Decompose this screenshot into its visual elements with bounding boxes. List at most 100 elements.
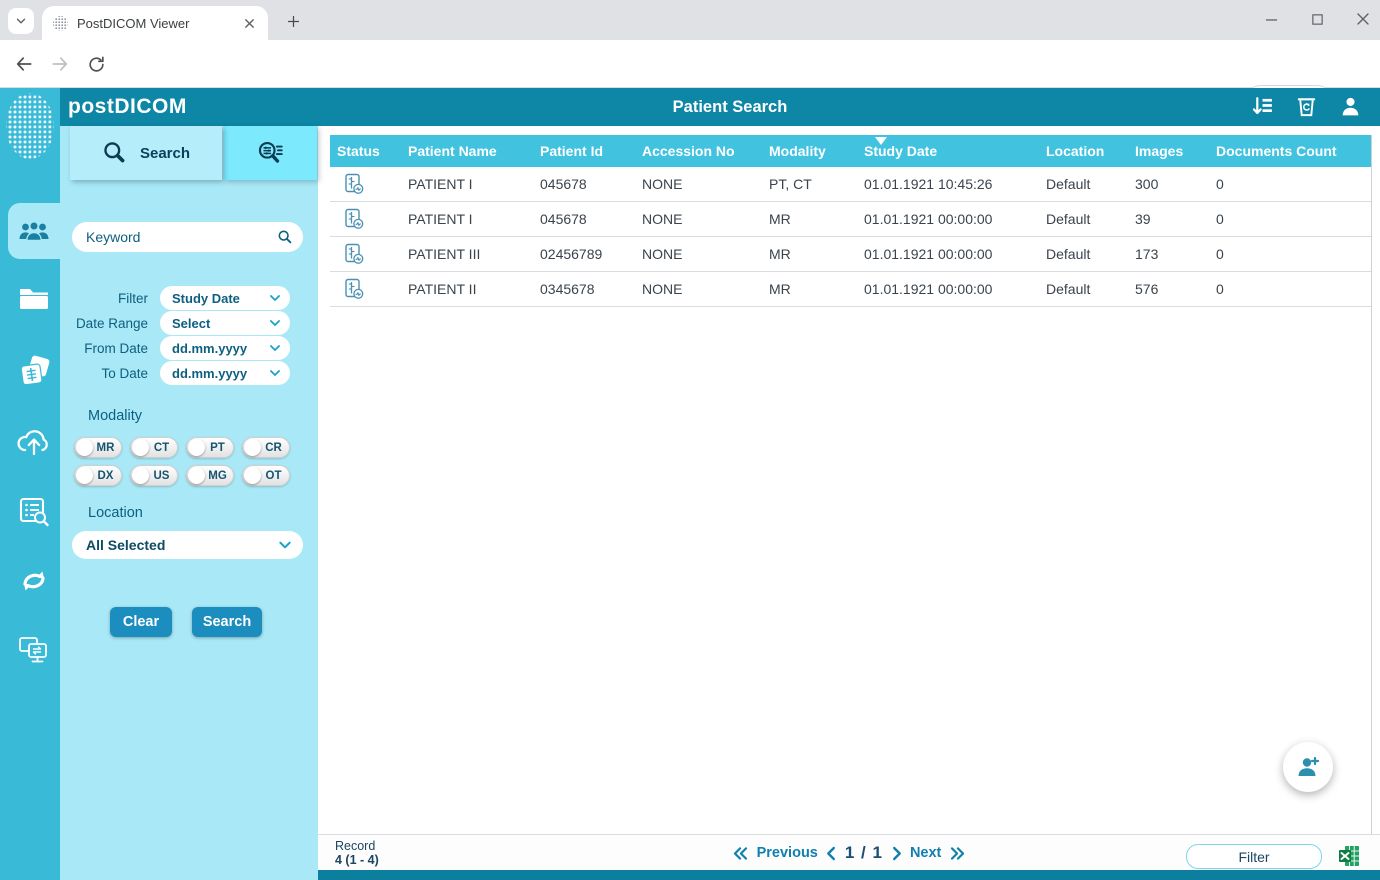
status-report-icon xyxy=(342,172,366,196)
tab-advanced-search[interactable] xyxy=(224,126,317,180)
table-scrollbar[interactable] xyxy=(1371,135,1372,834)
previous-page-icon[interactable] xyxy=(826,846,837,861)
cell-images: 173 xyxy=(1128,246,1209,262)
chevron-down-icon xyxy=(277,537,293,553)
add-patient-icon xyxy=(1294,753,1322,781)
browser-tab[interactable]: PostDICOM Viewer xyxy=(42,6,268,40)
table-row[interactable]: PATIENT III 02456789 NONE MR 01.01.1921 … xyxy=(330,237,1371,272)
cell-status xyxy=(330,242,401,266)
status-report-icon xyxy=(342,207,366,231)
chevron-down-icon xyxy=(14,14,28,28)
sync-icon xyxy=(18,565,50,597)
sidebar-item-patients[interactable] xyxy=(8,203,60,259)
table-row[interactable]: PATIENT I 045678 NONE MR 01.01.1921 00:0… xyxy=(330,202,1371,237)
col-patient-id[interactable]: Patient Id xyxy=(533,143,635,159)
sidebar-item-folders[interactable] xyxy=(8,275,60,323)
cell-modality: MR xyxy=(762,281,857,297)
cell-accession-no: NONE xyxy=(635,211,762,227)
modality-toggle-pt[interactable]: PT xyxy=(186,437,234,458)
col-status[interactable]: Status xyxy=(330,143,401,159)
filter-button[interactable]: Filter xyxy=(1186,844,1322,869)
modality-toggle-ot[interactable]: OT xyxy=(242,465,290,486)
clear-button[interactable]: Clear xyxy=(110,607,172,637)
modality-toggle-us[interactable]: US xyxy=(130,465,178,486)
cell-documents-count: 0 xyxy=(1209,211,1371,227)
cell-study-date: 01.01.1921 00:00:00 xyxy=(857,211,1039,227)
table-row[interactable]: PATIENT I 045678 NONE PT, CT 01.01.1921 … xyxy=(330,167,1371,202)
sidebar-item-upload[interactable] xyxy=(8,417,60,465)
folder-icon xyxy=(18,286,50,312)
next-page-icon[interactable] xyxy=(891,846,902,861)
table-header: Status Patient Name Patient Id Accession… xyxy=(330,135,1371,167)
cell-location: Default xyxy=(1039,176,1128,192)
maximize-button[interactable] xyxy=(1306,8,1328,30)
col-documents-count[interactable]: Documents Count xyxy=(1209,143,1371,159)
cell-patient-name: PATIENT I xyxy=(401,176,533,192)
previous-link[interactable]: Previous xyxy=(757,845,818,861)
col-location[interactable]: Location xyxy=(1039,143,1128,159)
add-patient-button[interactable] xyxy=(1283,742,1333,792)
col-modality[interactable]: Modality xyxy=(762,143,857,159)
modality-row-2: DX US MG OT xyxy=(60,465,318,486)
cell-study-date: 01.01.1921 10:45:26 xyxy=(857,176,1039,192)
tab-close-icon[interactable] xyxy=(240,14,258,32)
tab-search-button[interactable] xyxy=(8,8,34,34)
search-button[interactable]: Search xyxy=(192,607,262,637)
first-page-icon[interactable] xyxy=(732,846,749,861)
toggle-knob xyxy=(132,467,149,484)
col-accession-no[interactable]: Accession No xyxy=(635,143,762,159)
sidebar-item-sync[interactable] xyxy=(8,557,60,605)
cell-accession-no: NONE xyxy=(635,281,762,297)
patients-icon xyxy=(17,218,51,244)
cell-status xyxy=(330,277,401,301)
toggle-knob xyxy=(244,467,261,484)
to-date-select[interactable]: dd.mm.yyyy xyxy=(160,361,290,385)
recycle-bin-button[interactable] xyxy=(1293,93,1320,120)
to-date-label: To Date xyxy=(60,366,160,381)
keyword-input[interactable] xyxy=(86,229,277,245)
modality-toggle-cr[interactable]: CR xyxy=(242,437,290,458)
toggle-knob xyxy=(132,439,149,456)
sidebar-item-worklist[interactable] xyxy=(8,487,60,535)
chevron-down-icon xyxy=(268,341,282,355)
table-row[interactable]: PATIENT II 0345678 NONE MR 01.01.1921 00… xyxy=(330,272,1371,307)
results-footer: Record 4 (1 - 4) Previous 1 / 1 Next Fil… xyxy=(318,834,1380,870)
minimize-button[interactable] xyxy=(1260,8,1282,30)
from-date-select[interactable]: dd.mm.yyyy xyxy=(160,336,290,360)
tab-basic-search[interactable]: Search xyxy=(70,126,222,180)
filter-group: Filter Study Date Date Range Select From… xyxy=(60,286,318,386)
modality-toggle-mg[interactable]: MG xyxy=(186,465,234,486)
app-header: postDICOM Patient Search xyxy=(0,88,1380,126)
modality-toggle-dx[interactable]: DX xyxy=(74,465,122,486)
keyword-field[interactable] xyxy=(72,222,303,252)
cloud-upload-icon xyxy=(16,426,52,456)
status-report-icon xyxy=(342,242,366,266)
cell-images: 39 xyxy=(1128,211,1209,227)
next-link[interactable]: Next xyxy=(910,845,941,861)
modality-toggle-mr[interactable]: MR xyxy=(74,437,122,458)
filter-select[interactable]: Study Date xyxy=(160,286,290,310)
tab-title: PostDICOM Viewer xyxy=(77,16,232,31)
sidebar-item-studies[interactable] xyxy=(8,347,60,395)
col-images[interactable]: Images xyxy=(1128,143,1209,159)
reload-button[interactable] xyxy=(84,52,108,76)
export-excel-button[interactable] xyxy=(1338,845,1360,872)
forward-button[interactable] xyxy=(48,52,72,76)
new-tab-button[interactable] xyxy=(282,10,304,32)
modality-toggle-ct[interactable]: CT xyxy=(130,437,178,458)
close-button[interactable] xyxy=(1352,8,1374,30)
sidebar-item-devices[interactable] xyxy=(8,627,60,675)
back-button[interactable] xyxy=(12,52,36,76)
account-button[interactable] xyxy=(1337,93,1364,120)
search-icon xyxy=(102,140,128,166)
col-study-date[interactable]: Study Date xyxy=(857,143,1039,159)
cell-location: Default xyxy=(1039,246,1128,262)
date-range-select[interactable]: Select xyxy=(160,311,290,335)
last-page-icon[interactable] xyxy=(949,846,966,861)
cell-documents-count: 0 xyxy=(1209,281,1371,297)
location-select[interactable]: All Selected xyxy=(72,531,303,559)
sort-queue-button[interactable] xyxy=(1249,93,1276,120)
col-patient-name[interactable]: Patient Name xyxy=(401,143,533,159)
cell-accession-no: NONE xyxy=(635,246,762,262)
location-label: Location xyxy=(88,505,143,521)
